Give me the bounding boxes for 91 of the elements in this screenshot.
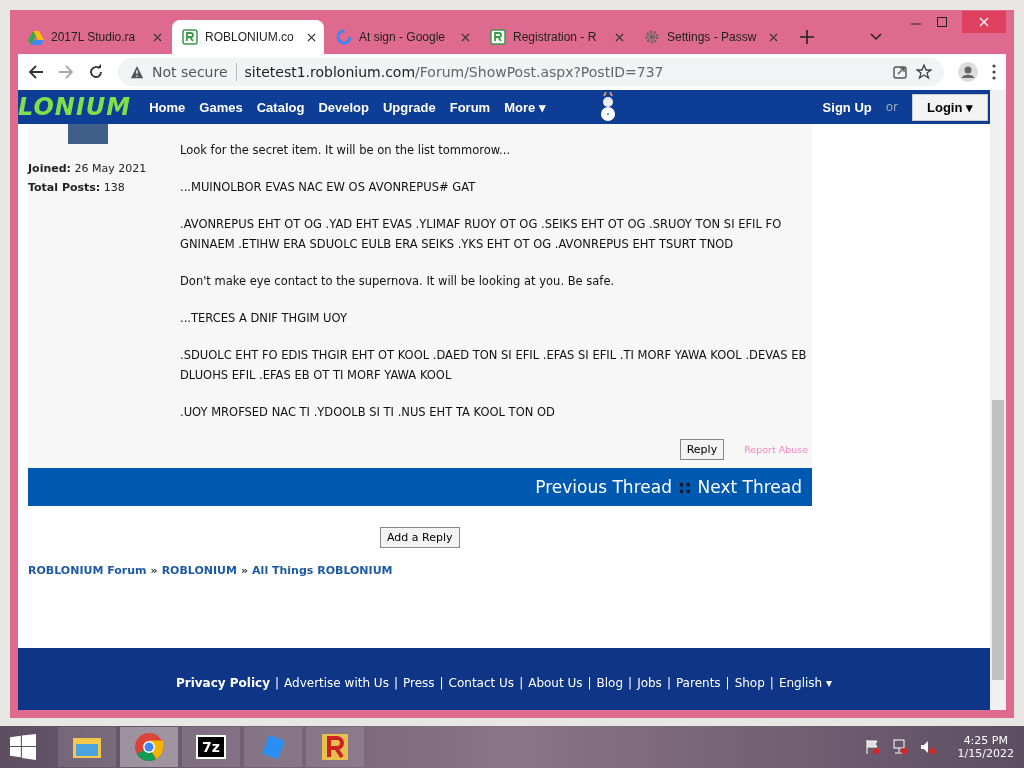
post-paragraph: ...MUINOLBOR EVAS NAC EW OS AVONREPUS# GAT: [180, 179, 477, 196]
browser-tab[interactable]: ROBLONIUM.co: [172, 20, 324, 54]
footer-link[interactable]: Privacy Policy: [175, 676, 270, 690]
time-text: 4:25 PM: [963, 734, 1008, 747]
browser-tab[interactable]: At sign - Google: [326, 20, 478, 54]
gear-icon: [644, 29, 660, 45]
login-button[interactable]: Login ▾: [912, 93, 988, 121]
nav-link[interactable]: Upgrade: [383, 99, 436, 115]
post-paragraph: .SDUOLC EHT FO EDIS THGIR EHT OT KOOL .DAED TON SI EFIL .EFAS SI EFIL .TI MORF YAWA KOOL .DEVAS EB DLUOHS EFIL .EFAS EB OT TI MORF YAWA KOOL: [180, 347, 808, 384]
menu-dots-icon[interactable]: [992, 64, 996, 80]
post-paragraph: .AVONREPUS EHT OT OG .YAD EHT EVAS .YLIMAF RUOY OT OG .SEIKS EHT OT OG .SRUOY TON SI EFIL FO GNINAEM .ETIHW ERA SDUOLC EULB ERA SEIKS .YKS EHT OT OG .AVONREPUS EHT TSURT TNOD: [180, 216, 783, 253]
joined-info: Joined: 26 May 2021: [28, 162, 148, 175]
footer-separator: |: [769, 676, 774, 690]
nav-link[interactable]: Forum: [449, 99, 491, 115]
r-logo-icon: [182, 29, 198, 45]
taskbar-app[interactable]: [58, 727, 116, 767]
post-paragraph: .UOY MROFSED NAC TI .YDOOLB SI TI .NUS EHT TA KOOL TON OD: [180, 404, 556, 421]
taskbar-app[interactable]: 7z: [182, 727, 240, 767]
footer-separator: |: [666, 676, 671, 690]
taskbar-app[interactable]: [306, 727, 364, 767]
drive-icon: [28, 29, 44, 45]
taskbar-app[interactable]: [120, 727, 178, 767]
chevron-down-icon[interactable]: [870, 33, 882, 41]
footer-link[interactable]: Shop: [734, 676, 765, 690]
r-logo-icon: [320, 732, 350, 762]
date-text: 1/15/2022: [957, 747, 1014, 760]
browser-tab[interactable]: Settings - Passw: [634, 20, 786, 54]
footer-link[interactable]: Advertise with Us: [284, 676, 389, 690]
r-logo-icon: [490, 29, 506, 45]
new-tab-icon[interactable]: [800, 30, 814, 44]
site-logo[interactable]: LONIUM: [18, 93, 132, 121]
total-posts-info: Total Posts: 138: [28, 181, 126, 194]
google-icon: [336, 29, 352, 45]
clock[interactable]: 4:25 PM 1/15/2022: [957, 734, 1014, 760]
address-bar[interactable]: Not secure sitetest1.roblonium.com/Forum/ShowPost.aspx?PostID=737: [118, 58, 944, 86]
post-paragraph: Don't make eye contact to the supernova. It will be looking at you. Be safe.: [180, 273, 616, 290]
post-paragraph: ...TERCES A DNIF THGIM UOY: [180, 310, 348, 327]
breadcrumb-link[interactable]: ROBLONIUM: [161, 564, 237, 577]
breadcrumb-separator: »: [150, 564, 158, 577]
footer-link[interactable]: Blog: [596, 676, 624, 690]
url-text: sitetest1.roblonium.com/Forum/ShowPost.aspx?PostID=737: [244, 64, 665, 80]
reload-icon[interactable]: [88, 64, 104, 80]
muted-speaker-icon[interactable]: [919, 739, 936, 755]
footer-separator: |: [519, 676, 524, 690]
flag-icon[interactable]: [863, 739, 880, 755]
post-paragraph: Look for the secret item. It will be on the list tommorow...: [180, 142, 512, 159]
star-icon[interactable]: [916, 64, 932, 80]
footer-separator: |: [275, 676, 280, 690]
close-icon[interactable]: [307, 32, 316, 42]
footer-separator: |: [628, 676, 633, 690]
add-reply-button[interactable]: Add a Reply: [380, 527, 460, 548]
network-icon[interactable]: [891, 739, 908, 755]
forward-arrow-icon[interactable]: [58, 64, 74, 80]
sign-up-link[interactable]: Sign Up: [822, 99, 872, 115]
back-arrow-icon[interactable]: [28, 64, 44, 80]
nav-link[interactable]: Catalog: [256, 99, 305, 115]
footer-link[interactable]: Press: [402, 676, 435, 690]
footer-link[interactable]: Jobs: [637, 676, 662, 690]
previous-thread-link[interactable]: Previous Thread: [535, 477, 672, 497]
nav-link[interactable]: Develop: [318, 99, 369, 115]
avatar-figure: [68, 124, 108, 144]
security-label: Not secure: [152, 64, 228, 80]
breadcrumb-separator: »: [241, 564, 249, 577]
app-label: 7z: [196, 735, 226, 759]
warning-icon: [130, 65, 144, 79]
browser-tab[interactable]: 2017L Studio.ra: [18, 20, 170, 54]
footer-separator: |: [393, 676, 398, 690]
footer-separator: |: [725, 676, 730, 690]
nav-link[interactable]: Games: [199, 99, 243, 115]
snowman-icon: [599, 92, 616, 122]
windows-start-icon[interactable]: [10, 734, 36, 760]
footer-separator: |: [587, 676, 592, 690]
footer-link[interactable]: English ▾: [778, 676, 833, 690]
footer-link[interactable]: Parents: [675, 676, 721, 690]
share-icon[interactable]: [892, 64, 908, 80]
breadcrumb-link[interactable]: All Things ROBLONIUM: [252, 564, 393, 577]
profile-avatar-icon[interactable]: [958, 62, 978, 82]
reply-button[interactable]: Reply: [679, 439, 725, 460]
scrollbar[interactable]: [990, 90, 1006, 710]
nav-link[interactable]: Home: [149, 99, 186, 115]
footer-separator: |: [439, 676, 444, 690]
chrome-icon: [134, 732, 164, 762]
separator-mark: ::: [677, 477, 692, 497]
browser-tab[interactable]: Registration - R: [480, 20, 632, 54]
or-label: or: [885, 100, 898, 114]
footer-link[interactable]: Contact Us: [448, 676, 515, 690]
footer-link[interactable]: About Us: [528, 676, 583, 690]
next-thread-link[interactable]: Next Thread: [697, 477, 802, 497]
maximize-icon[interactable]: [936, 16, 948, 28]
nav-link[interactable]: More ▾: [504, 99, 546, 115]
breadcrumb-link[interactable]: ROBLONIUM Forum: [28, 564, 147, 577]
